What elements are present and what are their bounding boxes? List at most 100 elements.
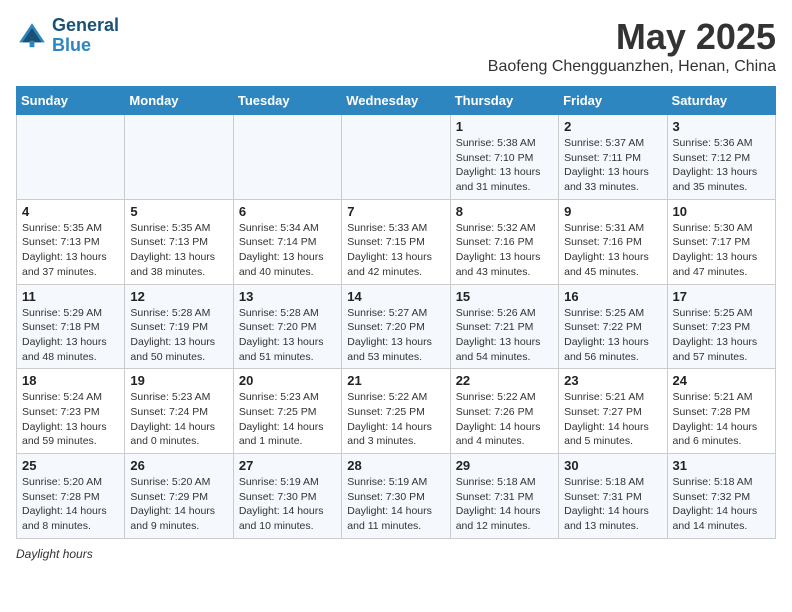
day-number: 21: [347, 373, 444, 388]
location-title: Baofeng Chengguanzhen, Henan, China: [488, 58, 776, 76]
calendar-cell: 22 Sunrise: 5:22 AM Sunset: 7:26 PM Dayli…: [450, 369, 558, 454]
day-number: 11: [22, 289, 119, 304]
weekday-header-saturday: Saturday: [667, 87, 775, 115]
calendar-cell: 13 Sunrise: 5:28 AM Sunset: 7:20 PM Dayli…: [233, 284, 341, 369]
day-info: Sunrise: 5:28 AM Sunset: 7:20 PM Dayligh…: [239, 306, 336, 365]
day-number: 6: [239, 204, 336, 219]
day-number: 19: [130, 373, 227, 388]
day-number: 24: [673, 373, 770, 388]
calendar-cell: [17, 115, 125, 200]
weekday-header-sunday: Sunday: [17, 87, 125, 115]
day-number: 13: [239, 289, 336, 304]
day-number: 7: [347, 204, 444, 219]
day-number: 5: [130, 204, 227, 219]
day-info: Sunrise: 5:23 AM Sunset: 7:24 PM Dayligh…: [130, 390, 227, 449]
weekday-header-wednesday: Wednesday: [342, 87, 450, 115]
calendar-cell: [125, 115, 233, 200]
calendar-cell: 29 Sunrise: 5:18 AM Sunset: 7:31 PM Dayli…: [450, 454, 558, 539]
day-info: Sunrise: 5:23 AM Sunset: 7:25 PM Dayligh…: [239, 390, 336, 449]
calendar-cell: 26Sunrise: 5:20 AM Sunset: 7:29 PM Dayli…: [125, 454, 233, 539]
day-number: 31: [673, 458, 770, 473]
day-info: Sunrise: 5:30 AM Sunset: 7:17 PM Dayligh…: [673, 221, 770, 280]
day-info: Sunrise: 5:19 AM Sunset: 7:30 PM Dayligh…: [347, 475, 444, 534]
legend: Daylight hours: [16, 547, 776, 561]
calendar-cell: 21 Sunrise: 5:22 AM Sunset: 7:25 PM Dayli…: [342, 369, 450, 454]
day-number: 10: [673, 204, 770, 219]
logo-text: General Blue: [52, 16, 119, 56]
calendar-cell: 14 Sunrise: 5:27 AM Sunset: 7:20 PM Dayli…: [342, 284, 450, 369]
calendar-cell: 18 Sunrise: 5:24 AM Sunset: 7:23 PM Dayli…: [17, 369, 125, 454]
day-number: 9: [564, 204, 661, 219]
calendar-cell: 31 Sunrise: 5:18 AM Sunset: 7:32 PM Dayli…: [667, 454, 775, 539]
day-number: 16: [564, 289, 661, 304]
calendar-cell: 3Sunrise: 5:36 AM Sunset: 7:12 PM Daylig…: [667, 115, 775, 200]
calendar-cell: 10 Sunrise: 5:30 AM Sunset: 7:17 PM Dayli…: [667, 199, 775, 284]
day-number: 23: [564, 373, 661, 388]
calendar-cell: 11 Sunrise: 5:29 AM Sunset: 7:18 PM Dayli…: [17, 284, 125, 369]
calendar-cell: 7 Sunrise: 5:33 AM Sunset: 7:15 PM Daylig…: [342, 199, 450, 284]
calendar-cell: 28 Sunrise: 5:19 AM Sunset: 7:30 PM Dayli…: [342, 454, 450, 539]
page-header: General Blue May 2025 Baofeng Chengguanz…: [16, 16, 776, 76]
calendar-cell: 2Sunrise: 5:37 AM Sunset: 7:11 PM Daylig…: [559, 115, 667, 200]
day-info: Sunrise: 5:20 AM Sunset: 7:29 PM Dayligh…: [130, 475, 227, 534]
calendar-cell: 25Sunrise: 5:20 AM Sunset: 7:28 PM Dayli…: [17, 454, 125, 539]
calendar-cell: 20 Sunrise: 5:23 AM Sunset: 7:25 PM Dayli…: [233, 369, 341, 454]
calendar-cell: 27Sunrise: 5:19 AM Sunset: 7:30 PM Dayli…: [233, 454, 341, 539]
day-number: 1: [456, 119, 553, 134]
calendar-week-5: 25Sunrise: 5:20 AM Sunset: 7:28 PM Dayli…: [17, 454, 776, 539]
calendar-cell: 1 Sunrise: 5:38 AM Sunset: 7:10 PM Daylig…: [450, 115, 558, 200]
weekday-header-monday: Monday: [125, 87, 233, 115]
calendar-week-2: 4 Sunrise: 5:35 AM Sunset: 7:13 PM Daylig…: [17, 199, 776, 284]
day-number: 30: [564, 458, 661, 473]
calendar-cell: 30Sunrise: 5:18 AM Sunset: 7:31 PM Dayli…: [559, 454, 667, 539]
day-info: Sunrise: 5:38 AM Sunset: 7:10 PM Dayligh…: [456, 136, 553, 195]
day-number: 12: [130, 289, 227, 304]
day-info: Sunrise: 5:22 AM Sunset: 7:25 PM Dayligh…: [347, 390, 444, 449]
calendar-cell: 6Sunrise: 5:34 AM Sunset: 7:14 PM Daylig…: [233, 199, 341, 284]
day-number: 29: [456, 458, 553, 473]
logo: General Blue: [16, 16, 119, 56]
day-info: Sunrise: 5:36 AM Sunset: 7:12 PM Dayligh…: [673, 136, 770, 195]
day-number: 20: [239, 373, 336, 388]
calendar-cell: 15Sunrise: 5:26 AM Sunset: 7:21 PM Dayli…: [450, 284, 558, 369]
day-info: Sunrise: 5:28 AM Sunset: 7:19 PM Dayligh…: [130, 306, 227, 365]
calendar-cell: 16Sunrise: 5:25 AM Sunset: 7:22 PM Dayli…: [559, 284, 667, 369]
day-number: 27: [239, 458, 336, 473]
calendar-week-4: 18 Sunrise: 5:24 AM Sunset: 7:23 PM Dayli…: [17, 369, 776, 454]
logo-icon: [16, 20, 48, 52]
day-info: Sunrise: 5:33 AM Sunset: 7:15 PM Dayligh…: [347, 221, 444, 280]
calendar-cell: 24 Sunrise: 5:21 AM Sunset: 7:28 PM Dayli…: [667, 369, 775, 454]
calendar-header-row: SundayMondayTuesdayWednesdayThursdayFrid…: [17, 87, 776, 115]
day-info: Sunrise: 5:35 AM Sunset: 7:13 PM Dayligh…: [130, 221, 227, 280]
calendar-cell: [233, 115, 341, 200]
day-info: Sunrise: 5:18 AM Sunset: 7:31 PM Dayligh…: [456, 475, 553, 534]
calendar-cell: 12 Sunrise: 5:28 AM Sunset: 7:19 PM Dayli…: [125, 284, 233, 369]
calendar-cell: 9Sunrise: 5:31 AM Sunset: 7:16 PM Daylig…: [559, 199, 667, 284]
day-info: Sunrise: 5:18 AM Sunset: 7:32 PM Dayligh…: [673, 475, 770, 534]
day-number: 17: [673, 289, 770, 304]
calendar-cell: 5 Sunrise: 5:35 AM Sunset: 7:13 PM Daylig…: [125, 199, 233, 284]
day-info: Sunrise: 5:32 AM Sunset: 7:16 PM Dayligh…: [456, 221, 553, 280]
day-number: 14: [347, 289, 444, 304]
day-info: Sunrise: 5:24 AM Sunset: 7:23 PM Dayligh…: [22, 390, 119, 449]
day-number: 28: [347, 458, 444, 473]
day-number: 18: [22, 373, 119, 388]
day-info: Sunrise: 5:29 AM Sunset: 7:18 PM Dayligh…: [22, 306, 119, 365]
day-number: 22: [456, 373, 553, 388]
calendar-cell: 8 Sunrise: 5:32 AM Sunset: 7:16 PM Daylig…: [450, 199, 558, 284]
day-info: Sunrise: 5:37 AM Sunset: 7:11 PM Dayligh…: [564, 136, 661, 195]
calendar-table: SundayMondayTuesdayWednesdayThursdayFrid…: [16, 86, 776, 539]
month-title: May 2025: [488, 16, 776, 58]
day-number: 8: [456, 204, 553, 219]
day-info: Sunrise: 5:22 AM Sunset: 7:26 PM Dayligh…: [456, 390, 553, 449]
calendar-cell: 17 Sunrise: 5:25 AM Sunset: 7:23 PM Dayli…: [667, 284, 775, 369]
day-info: Sunrise: 5:21 AM Sunset: 7:28 PM Dayligh…: [673, 390, 770, 449]
day-info: Sunrise: 5:25 AM Sunset: 7:23 PM Dayligh…: [673, 306, 770, 365]
day-info: Sunrise: 5:21 AM Sunset: 7:27 PM Dayligh…: [564, 390, 661, 449]
calendar-cell: 23 Sunrise: 5:21 AM Sunset: 7:27 PM Dayli…: [559, 369, 667, 454]
day-info: Sunrise: 5:27 AM Sunset: 7:20 PM Dayligh…: [347, 306, 444, 365]
calendar-week-1: 1 Sunrise: 5:38 AM Sunset: 7:10 PM Daylig…: [17, 115, 776, 200]
day-number: 4: [22, 204, 119, 219]
weekday-header-tuesday: Tuesday: [233, 87, 341, 115]
day-number: 25: [22, 458, 119, 473]
